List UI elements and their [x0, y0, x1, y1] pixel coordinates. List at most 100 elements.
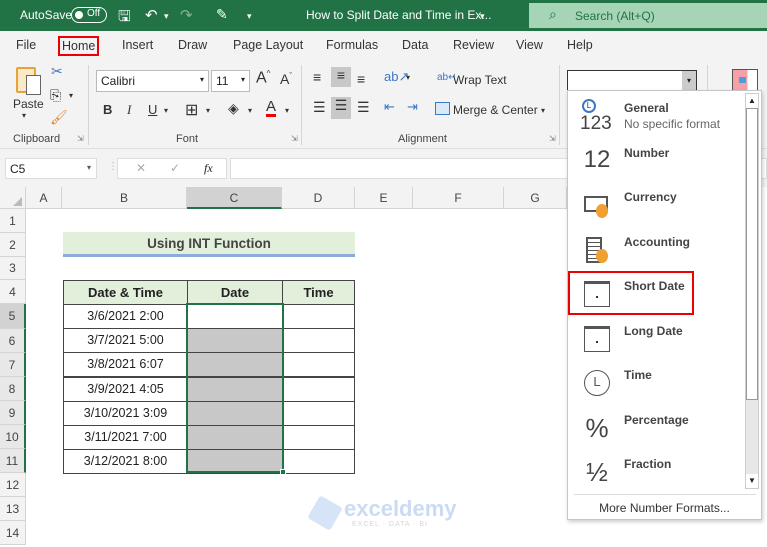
format-item-time[interactable]: L Time [568, 362, 746, 406]
tab-draw[interactable]: Draw [178, 38, 207, 52]
copy-dropdown-icon[interactable]: ▾ [69, 91, 73, 100]
date-cell[interactable] [187, 376, 283, 402]
date-time-cell[interactable]: 3/12/2021 8:00 [63, 449, 188, 475]
paste-button[interactable] [14, 65, 44, 99]
tab-help[interactable]: Help [567, 38, 593, 52]
row-header-10[interactable]: 10 [0, 425, 26, 449]
time-cell[interactable] [282, 328, 355, 354]
tab-data[interactable]: Data [402, 38, 428, 52]
decrease-indent-icon[interactable]: ⇤ [384, 99, 395, 115]
column-header-d[interactable]: D [282, 187, 355, 209]
tab-home[interactable]: Home [58, 36, 100, 56]
format-item-number[interactable]: 12 Number [568, 140, 746, 184]
merge-center-button[interactable]: Merge & Center [453, 103, 538, 117]
cancel-icon[interactable]: ✕ [136, 161, 146, 175]
touch-mode-icon[interactable]: ✎ [216, 6, 228, 23]
middle-align-icon[interactable]: ≡ [331, 67, 351, 87]
copy-icon[interactable]: ⎘ [50, 87, 61, 104]
date-time-cell[interactable]: 3/9/2021 4:05 [63, 376, 188, 402]
date-cell[interactable] [187, 328, 283, 354]
increase-font-size-icon[interactable]: A^ [256, 69, 270, 87]
date-cell[interactable] [187, 400, 283, 426]
date-time-cell[interactable]: 3/7/2021 5:00 [63, 328, 188, 354]
date-time-cell[interactable]: 3/10/2021 3:09 [63, 400, 188, 426]
align-center-icon[interactable]: ☰ [331, 97, 351, 119]
fill-color-icon[interactable]: ◈ [228, 100, 239, 117]
row-header-2[interactable]: 2 [0, 233, 26, 257]
date-cell[interactable] [187, 304, 283, 329]
fill-color-dropdown-icon[interactable]: ▾ [248, 106, 252, 115]
format-item-accounting[interactable]: Accounting [568, 229, 746, 273]
dropdown-scrollbar[interactable]: ▲ ▼ [745, 93, 759, 489]
row-header-6[interactable]: 6 [0, 329, 26, 353]
row-header-1[interactable]: 1 [0, 209, 26, 233]
time-cell[interactable] [282, 449, 355, 475]
format-item-currency[interactable]: Currency [568, 184, 746, 228]
number-format-select[interactable]: ▾ [567, 70, 697, 92]
column-header-c[interactable]: C [187, 187, 282, 209]
format-item-percentage[interactable]: % Percentage [568, 407, 746, 451]
font-launcher-icon[interactable]: ⇲ [291, 134, 298, 143]
format-item-long-date[interactable]: Long Date [568, 318, 746, 362]
title-dropdown-icon[interactable]: ▾ [480, 11, 485, 22]
clipboard-launcher-icon[interactable]: ⇲ [77, 134, 84, 143]
scroll-down-icon[interactable]: ▼ [746, 474, 758, 488]
header-cell-date[interactable]: Date [187, 280, 283, 305]
scrollbar-thumb[interactable] [746, 108, 758, 400]
customize-qat-icon[interactable]: ▾ [247, 11, 252, 22]
underline-button[interactable]: U [148, 102, 157, 117]
paste-label[interactable]: Paste [13, 97, 44, 111]
name-box[interactable]: C5 ▾ [5, 158, 97, 179]
column-header-f[interactable]: F [413, 187, 504, 209]
scroll-up-icon[interactable]: ▲ [746, 94, 758, 108]
fill-handle[interactable] [280, 469, 286, 475]
row-header-13[interactable]: 13 [0, 497, 26, 521]
date-cell[interactable] [187, 352, 283, 378]
search-box[interactable]: ⌕ Search (Alt+Q) [529, 3, 767, 28]
italic-button[interactable]: I [127, 102, 131, 118]
tab-file[interactable]: File [16, 38, 36, 52]
wrap-text-button[interactable]: Wrap Text [453, 73, 507, 87]
date-time-cell[interactable]: 3/6/2021 2:00 [63, 304, 188, 329]
enter-icon[interactable]: ✓ [170, 161, 180, 175]
row-header-12[interactable]: 12 [0, 473, 26, 497]
underline-dropdown-icon[interactable]: ▾ [164, 106, 168, 115]
merge-dropdown-icon[interactable]: ▾ [541, 106, 545, 115]
decrease-font-size-icon[interactable]: Aˇ [280, 71, 292, 87]
date-cell[interactable] [187, 449, 283, 475]
font-size-select[interactable]: 11 ▾ [211, 70, 250, 92]
date-time-cell[interactable]: 3/8/2021 6:07 [63, 352, 188, 378]
redo-icon[interactable]: ↷ [180, 6, 193, 24]
tab-page-layout[interactable]: Page Layout [233, 38, 303, 52]
column-header-e[interactable]: E [355, 187, 413, 209]
borders-dropdown-icon[interactable]: ▾ [206, 106, 210, 115]
header-cell-time[interactable]: Time [282, 280, 355, 305]
time-cell[interactable] [282, 304, 355, 329]
font-name-select[interactable]: Calibri ▾ [96, 70, 209, 92]
undo-dropdown-icon[interactable]: ▾ [164, 11, 169, 22]
date-cell[interactable] [187, 425, 283, 450]
undo-icon[interactable]: ↶ [145, 6, 158, 24]
title-cell[interactable]: Using INT Function [63, 232, 355, 257]
time-cell[interactable] [282, 425, 355, 450]
paste-dropdown-icon[interactable]: ▾ [22, 111, 26, 120]
conditional-formatting-icon[interactable] [732, 69, 758, 91]
align-left-icon[interactable]: ☰ [313, 99, 326, 116]
align-right-icon[interactable]: ☰ [357, 99, 370, 116]
time-cell[interactable] [282, 400, 355, 426]
column-header-b[interactable]: B [62, 187, 187, 209]
borders-icon[interactable]: ⊞ [185, 100, 198, 120]
save-icon[interactable]: 🖫 [118, 6, 131, 31]
top-align-icon[interactable]: ≡ [313, 69, 321, 85]
time-cell[interactable] [282, 352, 355, 378]
format-item-general[interactable]: L 123 General No specific format [568, 95, 746, 139]
tab-view[interactable]: View [516, 38, 543, 52]
insert-function-icon[interactable]: fx [204, 161, 213, 176]
row-header-5[interactable]: 5 [0, 304, 26, 329]
column-header-g[interactable]: G [504, 187, 567, 209]
format-item-fraction[interactable]: ½ Fraction [568, 451, 746, 495]
document-title[interactable]: How to Split Date and Time in Ex... [306, 8, 491, 22]
row-header-4[interactable]: 4 [0, 280, 26, 304]
row-header-7[interactable]: 7 [0, 353, 26, 377]
tab-review[interactable]: Review [453, 38, 494, 52]
